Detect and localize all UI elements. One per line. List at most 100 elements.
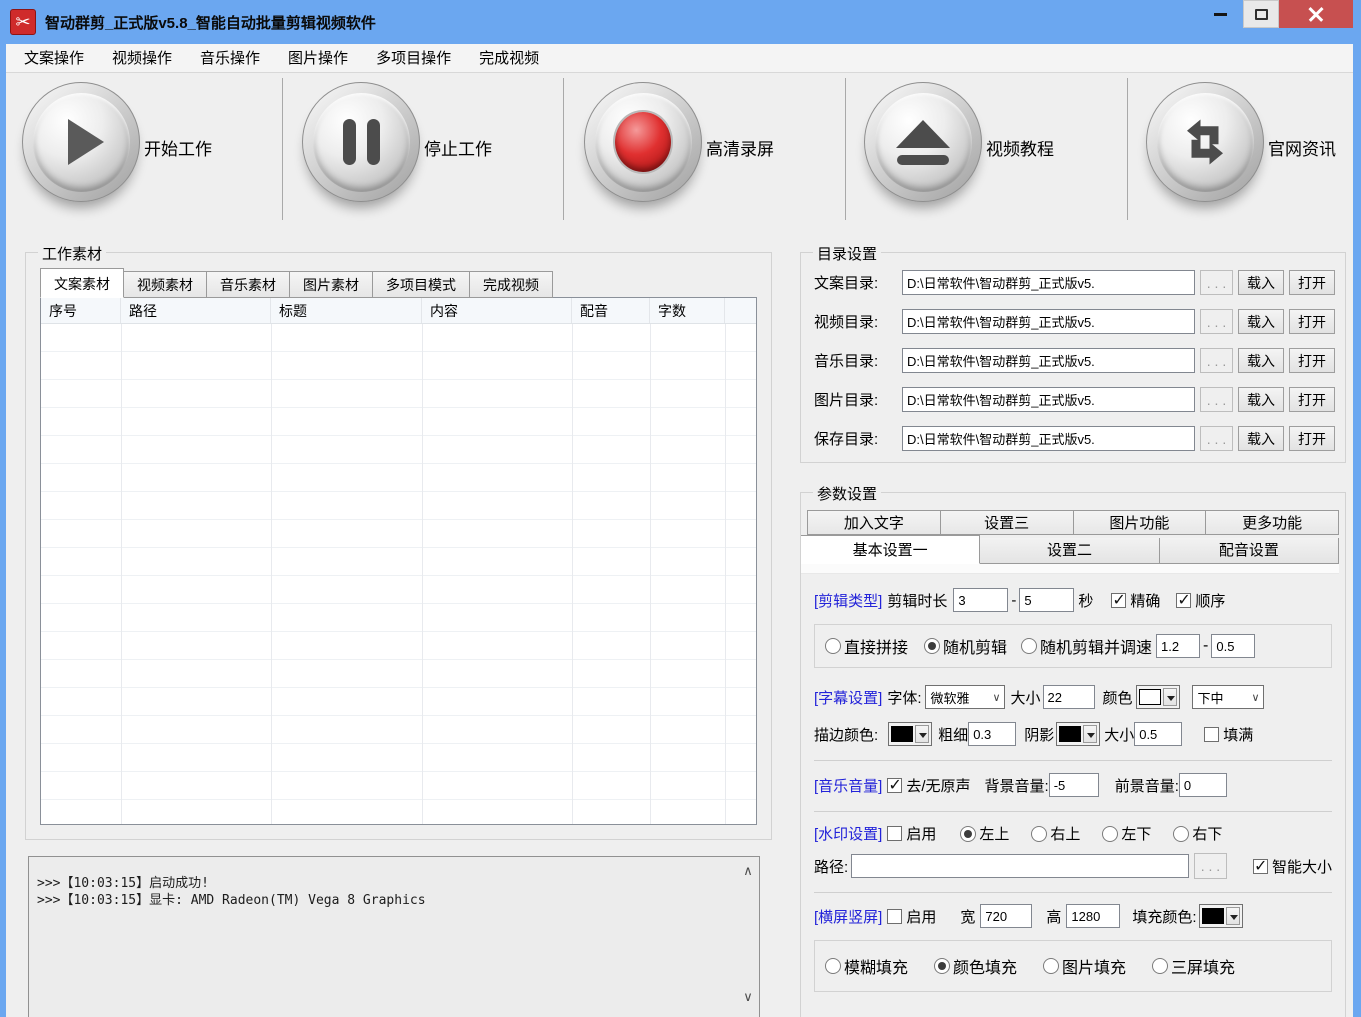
copywriting-load-button[interactable]: 载入 (1238, 270, 1284, 295)
tab-page-top (801, 564, 1339, 574)
tab-basic-settings-one[interactable]: 基本设置一 (801, 535, 980, 564)
bg-volume-input[interactable] (1049, 773, 1099, 797)
clip-duration-label: 剪辑时长 (887, 590, 947, 611)
watermark-browse-button[interactable]: . . . (1194, 853, 1227, 879)
radio-random-clip[interactable]: 随机剪辑 (924, 634, 1007, 658)
radio-top-right[interactable]: 右上 (1031, 823, 1080, 844)
tab-finished-video[interactable]: 完成视频 (470, 271, 553, 298)
scroll-up-icon[interactable] (740, 863, 756, 879)
shadow-color-picker[interactable] (1056, 722, 1100, 746)
video-browse-button[interactable]: . . . (1200, 309, 1233, 334)
splice-mode-group: 直接拼接 随机剪辑 随机剪辑并调速 - (814, 624, 1332, 668)
watermark-enable-checkbox[interactable]: 启用 (887, 823, 936, 844)
image-load-button[interactable]: 载入 (1238, 387, 1284, 412)
copywriting-open-button[interactable]: 打开 (1289, 270, 1335, 295)
tab-music-material[interactable]: 音乐素材 (207, 271, 290, 298)
radio-direct-splice[interactable]: 直接拼接 (825, 634, 908, 658)
column-header-title[interactable]: 标题 (271, 298, 422, 323)
column-header-wordcount[interactable]: 字数 (650, 298, 725, 323)
menu-music[interactable]: 音乐操作 (186, 44, 274, 73)
music-load-button[interactable]: 载入 (1238, 348, 1284, 373)
column-header-content[interactable]: 内容 (422, 298, 572, 323)
column-header-path[interactable]: 路径 (121, 298, 271, 323)
tab-dubbing-settings[interactable]: 配音设置 (1160, 538, 1339, 564)
official-news-button[interactable] (1146, 82, 1264, 202)
font-select[interactable]: 微软雅 (925, 685, 1005, 709)
column-header-filler (725, 298, 756, 323)
image-directory-input[interactable] (902, 387, 1195, 412)
outline-color-picker[interactable] (888, 722, 932, 746)
maximize-button[interactable] (1243, 0, 1279, 28)
fill-checkbox[interactable]: 填满 (1204, 724, 1253, 745)
radio-random-clip-speed[interactable]: 随机剪辑并调速 (1021, 634, 1152, 658)
speed-max-input[interactable] (1211, 634, 1255, 658)
tab-more-functions[interactable]: 更多功能 (1206, 510, 1339, 535)
accurate-checkbox[interactable]: 精确 (1111, 590, 1160, 611)
menu-finished-video[interactable]: 完成视频 (465, 44, 553, 73)
tab-copywriting-material[interactable]: 文案素材 (40, 268, 124, 298)
menu-copywriting[interactable]: 文案操作 (10, 44, 98, 73)
outline-width-input[interactable] (968, 722, 1016, 746)
watermark-path-input[interactable] (851, 854, 1189, 878)
video-open-button[interactable]: 打开 (1289, 309, 1335, 334)
column-header-dubbing[interactable]: 配音 (572, 298, 650, 323)
radio-color-fill[interactable]: 颜色填充 (934, 954, 1017, 978)
save-directory-input[interactable] (902, 426, 1195, 451)
fill-color-picker[interactable] (1199, 904, 1243, 928)
tab-settings-two[interactable]: 设置二 (980, 538, 1159, 564)
tab-add-text[interactable]: 加入文字 (807, 510, 941, 535)
radio-blur-fill[interactable]: 模糊填充 (825, 954, 908, 978)
subtitle-position-select[interactable]: 下中 (1192, 685, 1264, 709)
copywriting-directory-input[interactable] (902, 270, 1195, 295)
dropdown-arrow-icon (1083, 725, 1097, 743)
fg-volume-input[interactable] (1179, 773, 1227, 797)
radio-bottom-left[interactable]: 左下 (1102, 823, 1151, 844)
radio-triple-screen-fill[interactable]: 三屏填充 (1152, 954, 1235, 978)
video-load-button[interactable]: 载入 (1238, 309, 1284, 334)
screen-enable-checkbox[interactable]: 启用 (887, 906, 936, 927)
font-size-input[interactable] (1043, 685, 1095, 709)
tab-settings-three[interactable]: 设置三 (941, 510, 1074, 535)
menu-multiproject[interactable]: 多项目操作 (362, 44, 465, 73)
radio-image-fill[interactable]: 图片填充 (1043, 954, 1126, 978)
menu-image[interactable]: 图片操作 (274, 44, 362, 73)
minimize-button[interactable] (1197, 0, 1243, 28)
video-directory-input[interactable] (902, 309, 1195, 334)
tab-multiproject-mode[interactable]: 多项目模式 (373, 271, 470, 298)
close-button[interactable] (1279, 0, 1353, 28)
column-header-index[interactable]: 序号 (41, 298, 121, 323)
image-open-button[interactable]: 打开 (1289, 387, 1335, 412)
stop-work-button[interactable] (302, 82, 420, 202)
music-directory-input[interactable] (902, 348, 1195, 373)
speed-min-input[interactable] (1156, 634, 1200, 658)
save-open-button[interactable]: 打开 (1289, 426, 1335, 451)
radio-top-left[interactable]: 左上 (960, 823, 1009, 844)
screen-width-input[interactable] (980, 904, 1032, 928)
radio-bottom-right[interactable]: 右下 (1173, 823, 1222, 844)
clip-min-input[interactable] (953, 588, 1008, 612)
order-checkbox[interactable]: 顺序 (1176, 590, 1225, 611)
record-screen-button[interactable] (584, 82, 702, 202)
scroll-down-icon[interactable] (740, 989, 756, 1005)
tab-video-material[interactable]: 视频素材 (124, 271, 207, 298)
save-browse-button[interactable]: . . . (1200, 426, 1233, 451)
font-color-picker[interactable] (1136, 685, 1180, 709)
shadow-size-input[interactable] (1134, 722, 1182, 746)
tab-image-functions[interactable]: 图片功能 (1074, 510, 1207, 535)
copywriting-browse-button[interactable]: . . . (1200, 270, 1233, 295)
mute-original-checkbox[interactable]: 去/无原声 (887, 775, 970, 796)
video-tutorial-button[interactable] (864, 82, 982, 202)
smart-size-checkbox[interactable]: 智能大小 (1253, 856, 1332, 877)
clip-max-input[interactable] (1019, 588, 1074, 612)
screen-height-input[interactable] (1066, 904, 1120, 928)
tab-image-material[interactable]: 图片素材 (290, 271, 373, 298)
menu-video[interactable]: 视频操作 (98, 44, 186, 73)
log-console[interactable]: >>>【10:03:15】启动成功! >>>【10:03:15】显卡: AMD … (28, 856, 760, 1017)
save-load-button[interactable]: 载入 (1238, 426, 1284, 451)
music-browse-button[interactable]: . . . (1200, 348, 1233, 373)
start-work-button[interactable] (22, 82, 140, 202)
title-bar[interactable]: 智动群剪_正式版v5.8_智能自动批量剪辑视频软件 (0, 0, 1361, 44)
image-browse-button[interactable]: . . . (1200, 387, 1233, 412)
music-open-button[interactable]: 打开 (1289, 348, 1335, 373)
image-directory-label: 图片目录: (814, 389, 902, 410)
